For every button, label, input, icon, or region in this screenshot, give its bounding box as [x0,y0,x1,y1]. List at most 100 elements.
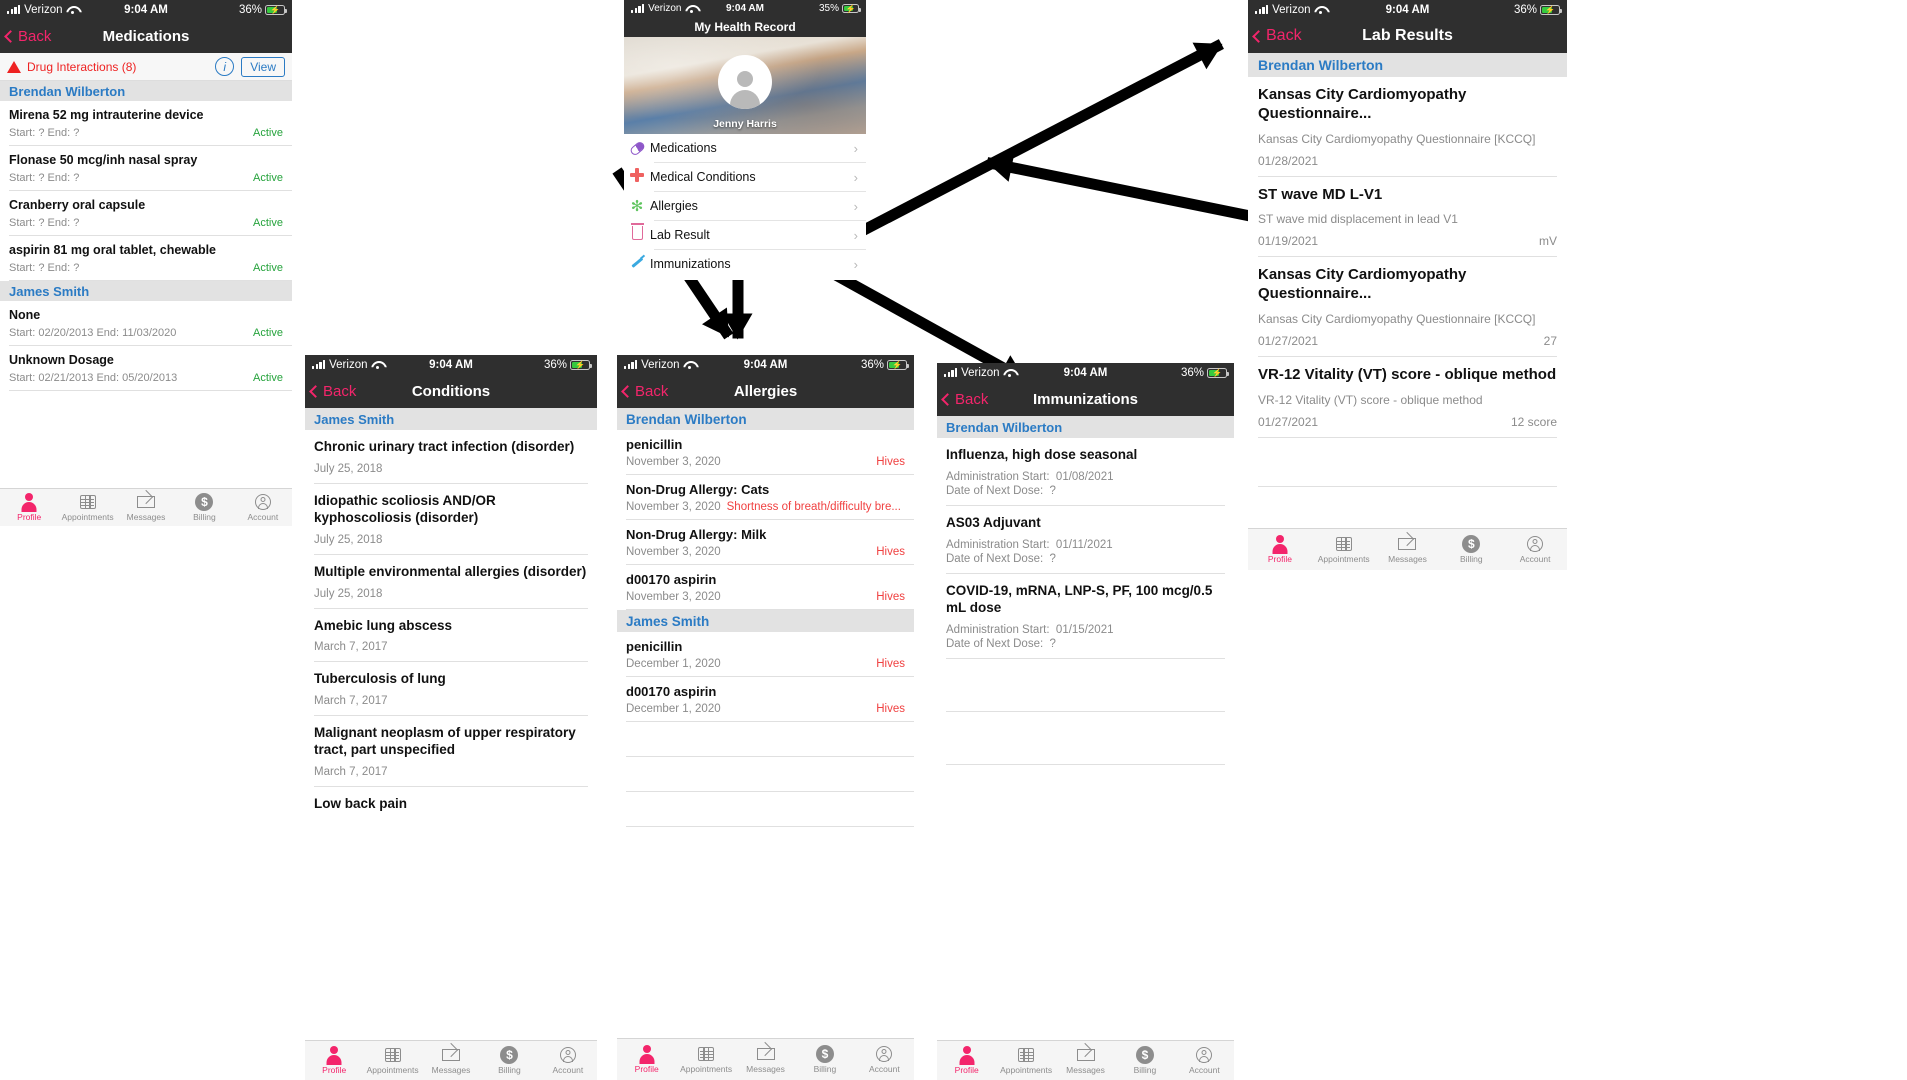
tab-account[interactable]: Account [539,1046,597,1075]
tab-appointments[interactable]: Appointments [58,493,116,522]
menu-item-label: Immunizations [650,257,731,271]
medication-row[interactable]: None Start: 02/20/2013 End: 11/03/2020 Act… [0,301,292,345]
tab-account[interactable]: Account [1175,1046,1234,1075]
lab-test-description: Kansas City Cardiomyopathy Questionnaire… [1258,311,1536,326]
reaction-badge: Hives [876,546,905,558]
tab-messages[interactable]: Messages [736,1042,795,1074]
tab-label: Billing [1133,1065,1157,1075]
immunization-row[interactable]: Influenza, high dose seasonal Administrat… [946,438,1225,505]
allergy-row[interactable]: d00170 aspirin November 3, 2020 Hives [617,565,914,609]
tab-account[interactable]: Account [1503,535,1567,564]
warning-triangle-icon [7,60,21,73]
tab-messages[interactable]: Messages [1056,1043,1115,1075]
condition-row[interactable]: Multiple environmental allergies (disord… [314,555,588,608]
dollar-icon: $ [1462,535,1481,553]
empty-row [617,757,914,791]
allergy-row[interactable]: penicillin December 1, 2020 Hives [617,632,914,676]
patient-header: Brendan Wilberton [1248,53,1567,77]
back-button[interactable]: Back [305,383,356,400]
battery-icon: ⚡ [842,4,861,13]
medication-row[interactable]: Mirena 52 mg intrauterine device Start: ?… [0,101,292,145]
person-icon [1271,535,1289,554]
tab-profile[interactable]: Profile [617,1045,676,1074]
divider [946,763,1225,765]
chevron-right-icon: › [853,256,858,272]
allergy-row[interactable]: d00170 aspirin December 1, 2020 Hives [617,677,914,721]
wifi-icon [683,360,695,370]
status-bar: Verizon 9:04 AM 35% ⚡ [624,0,866,17]
info-button[interactable]: i [215,57,235,76]
allergy-row[interactable]: Non-Drug Allergy: Cats November 3, 2020 Sh… [617,475,914,519]
lab-result-row[interactable]: Kansas City Cardiomyopathy Questionnaire… [1258,77,1557,176]
condition-row[interactable]: Amebic lung abscess March 7, 2017 [314,609,588,662]
signal-bars-icon [1255,5,1269,14]
tab-billing[interactable]: $ Billing [175,493,233,522]
medication-dates: Start: 02/20/2013 End: 11/03/2020 [9,327,177,339]
tab-appointments[interactable]: Appointments [1312,535,1376,564]
menu-item-allergies[interactable]: ✻ Allergies › [624,192,866,220]
condition-name: Multiple environmental allergies (disord… [314,563,587,579]
account-icon [254,493,272,511]
tab-billing[interactable]: $ Billing [1439,535,1503,564]
envelope-icon [442,1043,461,1064]
tab-appointments[interactable]: Appointments [996,1046,1055,1075]
battery-percent-label: 35% [818,3,839,14]
signal-bars-icon [7,5,21,14]
lab-result-row[interactable]: VR-12 Vitality (VT) score - oblique meth… [1258,357,1557,437]
condition-row[interactable]: Low back pain [314,787,588,821]
medication-name: Mirena 52 mg intrauterine device [9,108,204,122]
tab-profile[interactable]: Profile [0,493,58,522]
tab-profile[interactable]: Profile [1248,535,1312,564]
tab-messages[interactable]: Messages [117,490,175,522]
medication-row[interactable]: Cranberry oral capsule Start: ? End: ? Act… [0,191,292,235]
tab-account[interactable]: Account [234,493,292,522]
lab-result-row[interactable]: ST wave MD L-V1 ST wave mid displacement … [1258,177,1557,257]
tab-label: Billing [1459,554,1483,564]
tab-messages[interactable]: Messages [422,1043,480,1075]
condition-row[interactable]: Malignant neoplasm of upper respiratory … [314,716,588,786]
allergy-row[interactable]: penicillin November 3, 2020 Hives [617,430,914,474]
status-badge: Active [253,127,283,139]
tab-appointments[interactable]: Appointments [676,1045,735,1074]
tab-label: Messages [1388,554,1427,564]
back-button[interactable]: Back [937,391,988,408]
medication-row[interactable]: aspirin 81 mg oral tablet, chewable Start… [0,236,292,280]
drug-interactions-bar[interactable]: Drug Interactions (8) i View [0,53,292,81]
allergen-name: penicillin [626,437,683,452]
condition-name: Tuberculosis of lung [314,671,446,687]
tab-profile[interactable]: Profile [305,1046,363,1075]
immunization-row[interactable]: AS03 Adjuvant Administration Start: 01/11… [946,506,1225,573]
tab-bar: Profile Appointments Messages $ Billing Accou… [1248,528,1567,570]
tab-profile[interactable]: Profile [937,1046,996,1075]
back-button[interactable]: Back [0,28,51,45]
menu-item-medical-conditions[interactable]: Medical Conditions › [624,163,866,191]
tab-label: Billing [498,1065,521,1075]
back-button[interactable]: Back [617,383,668,400]
medication-row[interactable]: Flonase 50 mcg/inh nasal spray Start: ? E… [0,146,292,190]
tab-billing[interactable]: $ Billing [1115,1046,1174,1075]
immunizations-list: Influenza, high dose seasonal Administrat… [937,438,1234,765]
back-button[interactable]: Back [1248,27,1302,45]
tab-label: Account [552,1065,584,1075]
tab-messages[interactable]: Messages [1376,532,1440,564]
tab-appointments[interactable]: Appointments [363,1046,421,1075]
condition-row[interactable]: Chronic urinary tract infection (disorde… [314,430,588,483]
tab-billing[interactable]: $ Billing [795,1045,854,1074]
tab-label: Account [868,1064,900,1074]
tab-account[interactable]: Account [855,1045,914,1074]
lab-test-name: Kansas City Cardiomyopathy Questionnaire… [1258,86,1467,122]
calendar-icon [384,1046,402,1064]
menu-item-lab-result[interactable]: Lab Result › [624,221,866,249]
allergy-row[interactable]: Non-Drug Allergy: Milk November 3, 2020 Hi… [617,520,914,564]
medication-row[interactable]: Unknown Dosage Start: 02/21/2013 End: 05/… [0,346,292,390]
menu-item-immunizations[interactable]: Immunizations › [624,250,866,278]
immunization-row[interactable]: COVID-19, mRNA, LNP-S, PF, 100 mcg/0.5 m… [946,574,1225,658]
condition-row[interactable]: Idiopathic scoliosis AND/OR kyphoscolios… [314,484,588,554]
tab-label: Messages [126,512,166,522]
lab-date: 01/28/2021 [1258,153,1319,168]
tab-billing[interactable]: $ Billing [480,1046,538,1075]
condition-row[interactable]: Tuberculosis of lung March 7, 2017 [314,662,588,715]
menu-item-medications[interactable]: Medications › [624,134,866,162]
lab-result-row[interactable]: Kansas City Cardiomyopathy Questionnaire… [1258,257,1557,356]
view-button[interactable]: View [241,56,285,77]
